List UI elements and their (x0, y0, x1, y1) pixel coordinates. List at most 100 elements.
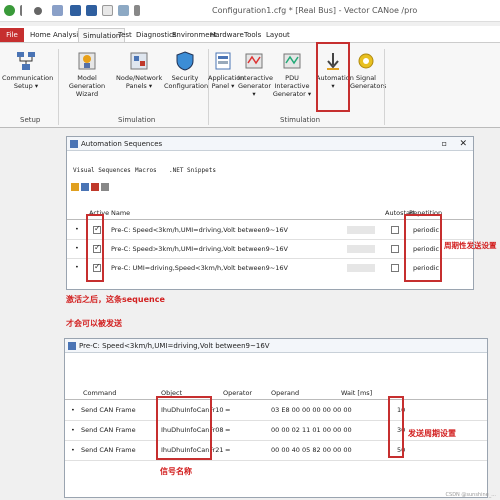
row-divider (65, 460, 487, 461)
expand-icon[interactable]: • (75, 263, 79, 271)
operand-cell[interactable]: 03 E8 00 00 00 00 00 00 (271, 406, 352, 414)
interactive-generator-label: Interactive Generator ▾ (238, 74, 274, 98)
delete-icon[interactable] (91, 183, 99, 191)
canoe-logo-icon (4, 5, 15, 16)
row-controls[interactable] (347, 264, 375, 272)
ribbon: Communication Setup ▾ Setup Model Genera… (0, 42, 500, 128)
tab-net-snippets[interactable]: .NET Snippets (169, 167, 216, 174)
communication-setup-button[interactable]: Communication Setup ▾ (2, 51, 54, 90)
sequence-name: Pre-C: UMI=driving,Speed<3km/h,Volt betw… (111, 264, 288, 272)
expand-icon[interactable]: • (75, 244, 79, 252)
application-panel-label: Application Panel ▾ (208, 74, 245, 90)
wizard-icon (77, 51, 97, 71)
pin-icon[interactable]: ▫ (442, 137, 447, 151)
application-panel-button[interactable]: Application Panel ▾ (208, 51, 245, 90)
undo-icon[interactable] (118, 5, 129, 16)
annotation-activate: 激活之后，这条sequence (66, 295, 165, 304)
annotation-period: 发送周期设置 (408, 429, 456, 438)
model-generation-wizard-label: Model Generation Wizard (68, 74, 106, 98)
highlight-automation (316, 42, 350, 112)
node-network-panels-button[interactable]: Node/Network Panels ▾ (116, 51, 162, 90)
group-label-stimulation: Stimulation (280, 116, 321, 124)
command-cell: Send CAN Frame (81, 406, 136, 414)
row-controls[interactable] (347, 226, 375, 234)
group-separator (58, 49, 59, 125)
signal-generators-label: Signal Generators (350, 74, 387, 90)
panel-icon (129, 51, 149, 71)
pdu-interactive-generator-label: PDU Interactive Generator ▾ (272, 74, 312, 98)
row-bullet-icon: • (71, 446, 75, 454)
interactive-generator-button[interactable]: Interactive Generator ▾ (238, 51, 274, 98)
row-bullet-icon: • (71, 406, 75, 414)
network-icon (16, 51, 36, 71)
security-configuration-label: Security Configuration (164, 74, 209, 90)
model-generation-wizard-button[interactable]: Model Generation Wizard (62, 51, 112, 98)
highlight-wait-column (388, 396, 404, 458)
annotation-periodic: 周期性发送设置 (444, 241, 497, 250)
row-bullet-icon: • (71, 426, 75, 434)
title-bar: Configuration1.cfg * [Real Bus] - Vector… (0, 0, 500, 22)
table-row[interactable]: • Send CAN Frame IhuDhuInfoCanFr10 = 03 … (65, 401, 487, 419)
annotation-activate-2: 才会可以被发送 (66, 319, 122, 328)
expand-icon[interactable]: • (75, 225, 79, 233)
window-icon[interactable] (52, 5, 63, 16)
open-icon[interactable] (81, 183, 89, 191)
sequence-window-titlebar: Pre-C: Speed<3km/h,UMI=driving,Volt betw… (65, 339, 487, 353)
highlight-object-column (156, 396, 212, 460)
col-operator: Operator (223, 389, 253, 397)
autostart-checkbox[interactable] (391, 245, 399, 253)
pdu-generator-icon (282, 51, 302, 71)
signal-generators-button[interactable]: Signal Generators (350, 51, 387, 90)
automation-window-title: Automation Sequences (81, 140, 163, 148)
command-cell: Send CAN Frame (81, 446, 136, 454)
watermark: CSDN @sunshine_... (445, 492, 496, 498)
annotation-signal-name: 信号名称 (160, 467, 192, 476)
pdu-interactive-generator-button[interactable]: PDU Interactive Generator ▾ (270, 51, 314, 98)
sequence-name: Pre-C: Speed>3km/h,UMI=driving,Volt betw… (111, 245, 288, 253)
generator-icon (244, 51, 264, 71)
col-command: Command (83, 389, 117, 397)
app-panel-icon (213, 51, 233, 71)
sequence-name: Pre-C: Speed<3km/h,UMI=driving,Volt betw… (111, 226, 288, 234)
ribbon-tabs: File Home Analysis Simulation Test Diagn… (0, 26, 500, 42)
copy-icon[interactable] (101, 183, 109, 191)
operator-cell[interactable]: = (225, 446, 230, 454)
group-separator (384, 49, 385, 125)
automation-window-icon (70, 140, 78, 148)
save-all-icon[interactable] (86, 5, 97, 16)
header-divider (65, 399, 487, 400)
group-label-simulation: Simulation (118, 116, 156, 124)
tab-visual-sequences[interactable]: Visual Sequences (73, 167, 131, 174)
operator-cell[interactable]: = (225, 406, 230, 414)
col-name: Name (111, 209, 131, 217)
stop-icon[interactable] (34, 7, 42, 15)
tab-layout[interactable]: Layout (262, 28, 294, 42)
table-row[interactable]: • Send CAN Frame IhuDhuInfoCanFr21 = 00 … (65, 441, 487, 459)
new-icon[interactable] (71, 183, 79, 191)
sequence-editor-window: Pre-C: Speed<3km/h,UMI=driving,Volt betw… (64, 338, 488, 498)
operand-cell[interactable]: 00 00 02 11 01 00 00 00 (271, 426, 352, 434)
group-label-setup: Setup (20, 116, 41, 124)
highlight-active-column (86, 214, 104, 282)
sequence-window-title: Pre-C: Speed<3km/h,UMI=driving,Volt betw… (79, 342, 270, 350)
automation-window-titlebar: Automation Sequences ▫ ✕ (67, 137, 473, 151)
dropdown-icon[interactable] (134, 5, 140, 16)
operator-cell[interactable]: = (225, 426, 230, 434)
highlight-repetition-column (404, 214, 442, 282)
save-icon[interactable] (70, 5, 81, 16)
operand-cell[interactable]: 00 00 40 05 82 00 00 00 (271, 446, 352, 454)
document-icon[interactable] (102, 5, 113, 16)
autostart-checkbox[interactable] (391, 264, 399, 272)
tab-file[interactable]: File (0, 28, 24, 42)
close-icon[interactable]: ✕ (459, 137, 467, 151)
row-controls[interactable] (347, 245, 375, 253)
security-configuration-button[interactable]: Security Configuration (164, 51, 209, 90)
arrow-icon[interactable] (20, 5, 26, 16)
col-wait: Wait [ms] (341, 389, 373, 397)
sequence-window-icon (68, 342, 76, 350)
window-title: Configuration1.cfg * [Real Bus] - Vector… (212, 6, 418, 15)
tab-macros[interactable]: Macros (135, 167, 157, 174)
autostart-checkbox[interactable] (391, 226, 399, 234)
communication-setup-label: Communication Setup ▾ (2, 74, 54, 90)
gear-icon (356, 51, 376, 71)
